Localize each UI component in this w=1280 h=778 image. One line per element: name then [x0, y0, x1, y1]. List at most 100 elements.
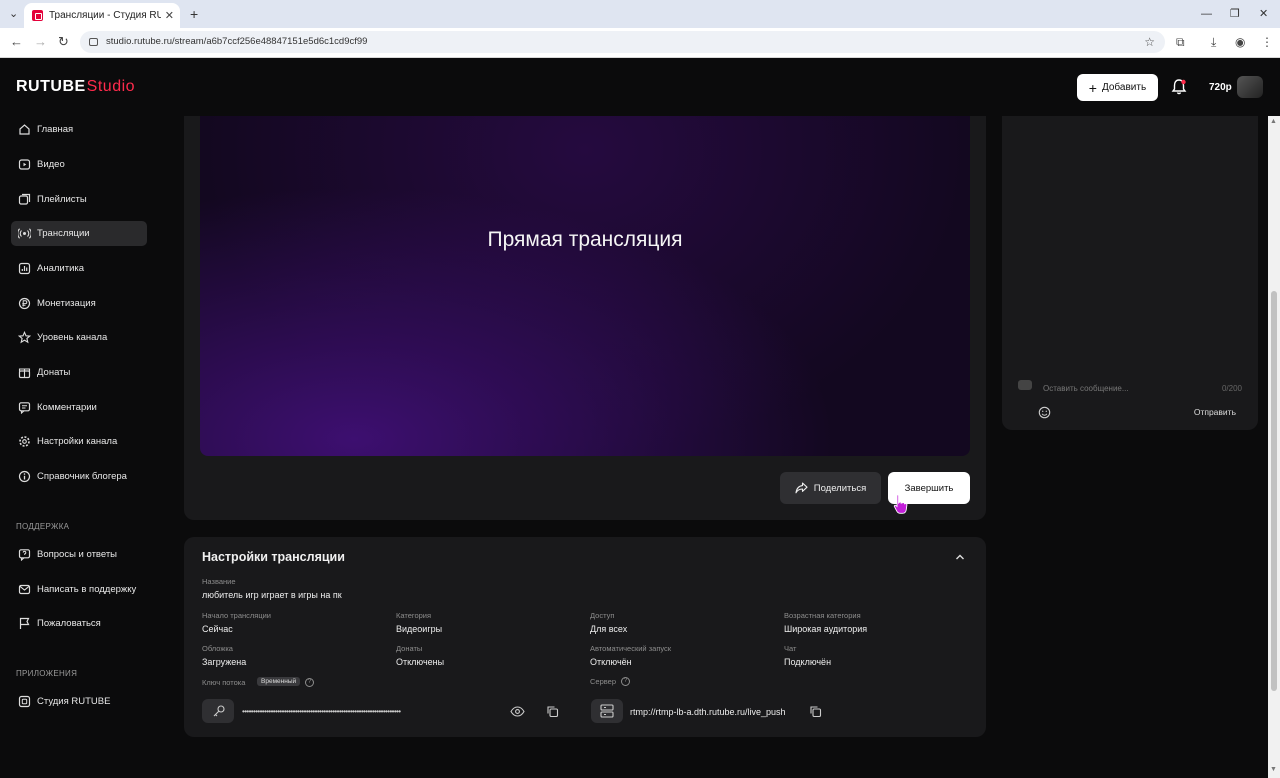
sidebar-item-write-support[interactable]: Написать в поддержку: [11, 577, 147, 602]
server-icon: [600, 704, 614, 718]
chat-value: Подключён: [784, 657, 832, 667]
autostart-value: Отключён: [590, 657, 632, 667]
chat-char-counter: 0/200: [1221, 384, 1242, 393]
chat-label: Чат: [784, 644, 797, 653]
sidebar-item-channel-settings[interactable]: Настройки канала: [11, 429, 147, 454]
video-icon: [18, 159, 31, 170]
chevron-up-icon[interactable]: [954, 551, 966, 563]
address-bar-row: ← → ↻ studio.rutube.ru/stream/a6b7ccf256…: [0, 28, 1280, 58]
stream-key-value: ••••••••••••••••••••••••••••••••••••••••…: [242, 707, 401, 716]
sidebar-item-channel-level[interactable]: Уровень канала: [11, 325, 147, 350]
rutube-studio-logo[interactable]: RUTUBEStudio: [16, 78, 135, 96]
donate-icon: [18, 368, 31, 379]
maximize-icon[interactable]: ❐: [1230, 0, 1240, 28]
notification-bell-icon[interactable]: [1170, 78, 1188, 96]
add-button[interactable]: + Добавить: [1077, 74, 1158, 101]
name-value: любитель игр играет в игры на пк: [202, 590, 342, 600]
info-icon: [18, 470, 31, 483]
cover-value: Загружена: [202, 657, 247, 667]
sidebar-item-blogger-guide[interactable]: Справочник блогера: [11, 464, 147, 489]
sidebar-item-analytics[interactable]: Аналитика: [11, 256, 147, 281]
rutube-favicon-icon: [32, 10, 43, 21]
sidebar-item-video[interactable]: Видео: [11, 152, 147, 177]
profile-icon[interactable]: ◉: [1235, 28, 1245, 56]
hand-cursor-icon: [893, 494, 908, 514]
key-icon-box: [202, 699, 234, 723]
server-help-icon[interactable]: ?: [621, 677, 630, 686]
category-label: Категория: [396, 611, 432, 620]
server-icon-box: [591, 699, 623, 723]
chat-message-input[interactable]: Оставить сообщение...: [1043, 384, 1129, 393]
monetization-icon: [18, 297, 31, 310]
scroll-up-icon[interactable]: ▲: [1270, 118, 1277, 125]
analytics-icon: [18, 262, 31, 275]
apps-heading: ПРИЛОЖЕНИЯ: [16, 669, 78, 678]
user-avatar[interactable]: [1237, 76, 1263, 98]
sidebar: Главная Видео Плейлисты Трансляции Анали…: [0, 116, 160, 720]
access-value: Для всех: [590, 624, 628, 634]
tab-close-icon[interactable]: ✕: [165, 9, 174, 22]
scroll-down-icon[interactable]: ▼: [1270, 766, 1277, 773]
emoji-icon[interactable]: [1038, 406, 1051, 419]
copy-server-icon[interactable]: [809, 705, 822, 718]
key-icon: [213, 705, 225, 717]
stream-key-label: Ключ потока: [202, 678, 246, 687]
sidebar-item-faq[interactable]: Вопросы и ответы: [11, 542, 147, 567]
star-icon: [18, 331, 31, 344]
back-icon[interactable]: ←: [10, 28, 23, 56]
category-value: Видеоигры: [396, 624, 443, 634]
reload-icon[interactable]: ↻: [58, 28, 69, 56]
tab-search-icon[interactable]: ⌄: [9, 0, 18, 28]
tab-title: Трансляции - Студия RUTUBE: [49, 10, 161, 21]
access-label: Доступ: [590, 611, 615, 620]
name-label: Название: [202, 577, 236, 586]
bookmark-star-icon[interactable]: ☆: [1144, 31, 1155, 53]
comments-icon: [18, 402, 31, 414]
chat-user-avatar: [1018, 380, 1032, 390]
sidebar-item-donations[interactable]: Донаты: [11, 360, 147, 385]
minimize-icon[interactable]: —: [1201, 0, 1212, 28]
playlist-icon: [18, 193, 31, 205]
forward-icon[interactable]: →: [34, 28, 47, 56]
show-key-eye-icon[interactable]: [510, 706, 525, 717]
quality-label[interactable]: 720p: [1209, 82, 1232, 93]
stream-preview-player[interactable]: Прямая трансляция: [200, 116, 970, 456]
cover-label: Обложка: [202, 644, 233, 653]
stream-key-help-icon[interactable]: ?: [305, 678, 314, 687]
window-close-icon[interactable]: ✕: [1259, 0, 1268, 28]
sidebar-item-broadcasts[interactable]: Трансляции: [11, 221, 147, 246]
share-button[interactable]: Поделиться: [780, 472, 881, 504]
sidebar-item-comments[interactable]: Комментарии: [11, 395, 147, 420]
plus-icon: +: [1088, 79, 1097, 96]
home-icon: [19, 124, 30, 135]
share-icon: [795, 482, 808, 494]
sidebar-item-monetization[interactable]: Монетизация: [11, 291, 147, 316]
url-field[interactable]: studio.rutube.ru/stream/a6b7ccf256e48847…: [80, 31, 1165, 53]
player-title: Прямая трансляция: [487, 228, 683, 251]
copy-key-icon[interactable]: [546, 705, 559, 718]
studio-app: RUTUBEStudio + Добавить 720p Главная Вид…: [0, 58, 1280, 778]
faq-icon: [18, 549, 31, 561]
sidebar-item-playlists[interactable]: Плейлисты: [11, 187, 147, 212]
flag-icon: [19, 617, 30, 629]
broadcast-icon: [18, 228, 31, 239]
sidebar-item-studio-app[interactable]: Студия RUTUBE: [11, 689, 147, 714]
site-info-icon[interactable]: [89, 38, 98, 46]
support-heading: ПОДДЕРЖКА: [16, 522, 70, 531]
temporary-key-badge: Временный: [257, 677, 301, 686]
chat-send-button[interactable]: Отправить: [1194, 407, 1236, 417]
sidebar-item-report[interactable]: Пожаловаться: [11, 611, 147, 636]
new-tab-icon[interactable]: +: [190, 0, 198, 28]
page-scrollbar[interactable]: ▲ ▼: [1268, 116, 1280, 778]
url-text: studio.rutube.ru/stream/a6b7ccf256e48847…: [106, 36, 368, 47]
scrollbar-thumb[interactable]: [1271, 291, 1277, 691]
chat-panel: Оставить сообщение... 0/200 Отправить: [1002, 116, 1258, 430]
stream-settings-card: Настройки трансляции Название любитель и…: [184, 537, 986, 737]
extensions-icon[interactable]: ⧉: [1176, 28, 1185, 56]
browser-tab[interactable]: Трансляции - Студия RUTUBE ✕: [24, 3, 180, 28]
donations-value: Отключены: [396, 657, 445, 667]
download-icon[interactable]: ⤓: [1211, 28, 1216, 56]
server-label: Сервер: [590, 677, 617, 686]
browser-menu-icon[interactable]: ⋮: [1261, 28, 1273, 56]
sidebar-item-home[interactable]: Главная: [11, 117, 147, 142]
